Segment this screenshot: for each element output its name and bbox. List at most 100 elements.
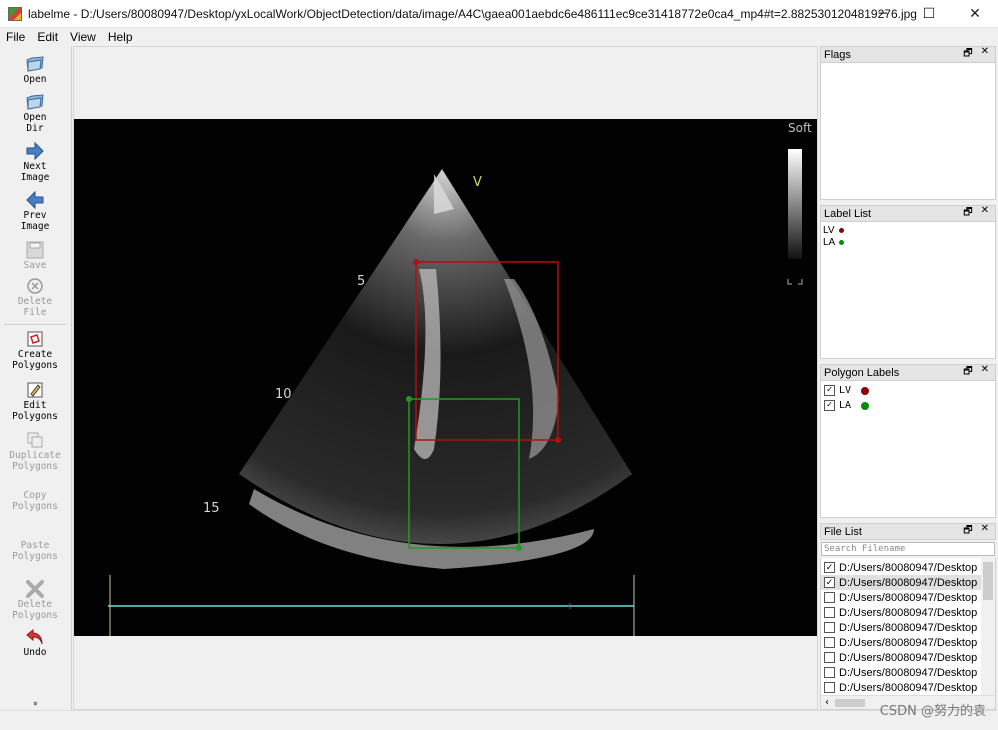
label-list[interactable]: LV LA: [820, 222, 996, 359]
toolbar-extension-button[interactable]: »: [0, 698, 70, 709]
grayscale-bar: [788, 149, 802, 259]
label-name: LA: [823, 236, 836, 248]
menu-help[interactable]: Help: [102, 30, 139, 44]
label-list-title: Label List: [824, 207, 872, 220]
float-icon[interactable]: 🗗: [963, 46, 972, 63]
polygon-labels-list[interactable]: ✓ LV ✓ LA: [820, 381, 996, 518]
minimize-button[interactable]: ─: [860, 0, 906, 28]
list-item[interactable]: LA: [821, 236, 995, 248]
flags-dock: Flags 🗗 ✕: [820, 46, 996, 200]
canvas-area[interactable]: 5 10 15 V Soft: [73, 46, 818, 710]
menu-file[interactable]: File: [0, 30, 31, 44]
file-name: D:/Users/80080947/Desktop: [839, 576, 978, 589]
open-dir-button[interactable]: Open Dir: [0, 92, 70, 134]
checkbox[interactable]: ✓: [824, 385, 835, 396]
open-dir-icon: [25, 92, 45, 112]
delete-polygons-label: Delete Polygons: [12, 599, 58, 621]
file-list-header: File List 🗗 ✕: [820, 523, 996, 540]
flags-list[interactable]: [820, 63, 996, 200]
file-name: D:/Users/80080947/Desktop: [839, 666, 978, 679]
depth-mark-10: 10: [275, 387, 292, 402]
color-dot-icon: [861, 401, 870, 410]
polygon-label-name: LV: [839, 385, 852, 396]
checkbox[interactable]: ✓: [824, 562, 835, 573]
float-icon[interactable]: 🗗: [963, 364, 972, 381]
list-item[interactable]: ✓ LV: [821, 383, 995, 398]
delete-file-button[interactable]: Delete File: [0, 276, 70, 318]
list-item[interactable]: D:/Users/80080947/Desktop: [821, 680, 981, 695]
status-bar: [0, 710, 998, 730]
edit-polygons-label: Edit Polygons: [12, 400, 58, 422]
duplicate-icon: [25, 430, 45, 450]
la-corner-handle[interactable]: [516, 545, 522, 551]
depth-mark-15: 15: [203, 501, 220, 516]
list-item[interactable]: LV: [821, 224, 995, 236]
save-button[interactable]: Save: [0, 240, 70, 271]
checkbox[interactable]: ✓: [824, 400, 835, 411]
list-item[interactable]: ✓ LA: [821, 398, 995, 413]
color-dot-icon: [861, 386, 870, 395]
close-icon[interactable]: ✕: [981, 523, 989, 540]
checkbox[interactable]: [824, 592, 835, 603]
float-icon[interactable]: 🗗: [963, 205, 972, 222]
checkbox[interactable]: [824, 637, 835, 648]
checkbox[interactable]: [824, 682, 835, 693]
label-name: LV: [823, 224, 835, 236]
float-icon[interactable]: 🗗: [963, 523, 972, 540]
checkbox[interactable]: ✓: [824, 577, 835, 588]
open-button[interactable]: Open: [0, 54, 70, 85]
window-controls: ─ ☐ ✕: [860, 0, 998, 28]
list-item[interactable]: ✓ D:/Users/80080947/Desktop: [821, 560, 981, 575]
close-window-button[interactable]: ✕: [952, 0, 998, 28]
checkbox[interactable]: [824, 652, 835, 663]
delete-x-icon: [25, 579, 45, 599]
delete-polygons-button[interactable]: Delete Polygons: [0, 579, 70, 621]
maximize-button[interactable]: ☐: [906, 0, 952, 28]
scroll-left-icon[interactable]: ‹: [821, 697, 829, 708]
csdn-watermark: CSDN @努力的袁: [879, 704, 986, 719]
create-polygons-button[interactable]: Create Polygons: [0, 329, 70, 371]
menu-edit[interactable]: Edit: [31, 30, 64, 44]
scrollbar-thumb[interactable]: [983, 562, 993, 600]
close-icon[interactable]: ✕: [981, 364, 989, 381]
toolbar-extension-label: »: [30, 701, 40, 706]
paste-polygons-button[interactable]: Paste Polygons: [0, 540, 70, 562]
edit-polygons-button[interactable]: Edit Polygons: [0, 380, 70, 422]
search-filename-input[interactable]: Search Filename: [821, 542, 995, 556]
lv-corner-handle[interactable]: [555, 437, 561, 443]
checkbox[interactable]: [824, 607, 835, 618]
list-item[interactable]: D:/Users/80080947/Desktop: [821, 635, 981, 650]
list-item[interactable]: D:/Users/80080947/Desktop: [821, 620, 981, 635]
close-icon[interactable]: ✕: [981, 46, 989, 63]
color-dot-icon: [839, 239, 845, 245]
color-dot-icon: [838, 227, 844, 233]
copy-polygons-button[interactable]: Copy Polygons: [0, 490, 70, 512]
list-item[interactable]: D:/Users/80080947/Desktop: [821, 605, 981, 620]
lv-corner-handle[interactable]: [413, 259, 419, 265]
vertical-scrollbar[interactable]: [981, 558, 995, 696]
next-image-button[interactable]: Next Image: [0, 141, 70, 183]
prev-image-button[interactable]: Prev Image: [0, 190, 70, 232]
file-name: D:/Users/80080947/Desktop: [839, 561, 978, 574]
duplicate-polygons-button[interactable]: Duplicate Polygons: [0, 430, 70, 472]
la-corner-handle[interactable]: [406, 396, 412, 402]
checkbox[interactable]: [824, 622, 835, 633]
open-label: Open: [23, 74, 47, 85]
undo-button[interactable]: Undo: [0, 627, 70, 658]
checkbox[interactable]: [824, 667, 835, 678]
file-list[interactable]: ✓ D:/Users/80080947/Desktop ✓ D:/Users/800…: [820, 558, 996, 710]
list-item[interactable]: ✓ D:/Users/80080947/Desktop: [821, 575, 981, 590]
list-item[interactable]: D:/Users/80080947/Desktop: [821, 650, 981, 665]
save-icon: [25, 240, 45, 260]
list-item[interactable]: D:/Users/80080947/Desktop: [821, 665, 981, 680]
open-dir-label: Open Dir: [23, 112, 47, 134]
scrollbar-thumb[interactable]: [835, 698, 865, 707]
file-name: D:/Users/80080947/Desktop: [839, 681, 978, 694]
echo-image[interactable]: 5 10 15 V Soft: [74, 119, 817, 636]
delete-circle-icon: [25, 276, 45, 296]
open-folder-icon: [25, 54, 45, 74]
menu-view[interactable]: View: [64, 30, 102, 44]
list-item[interactable]: D:/Users/80080947/Desktop: [821, 590, 981, 605]
duplicate-polygons-label: Duplicate Polygons: [9, 450, 61, 472]
close-icon[interactable]: ✕: [981, 205, 989, 222]
